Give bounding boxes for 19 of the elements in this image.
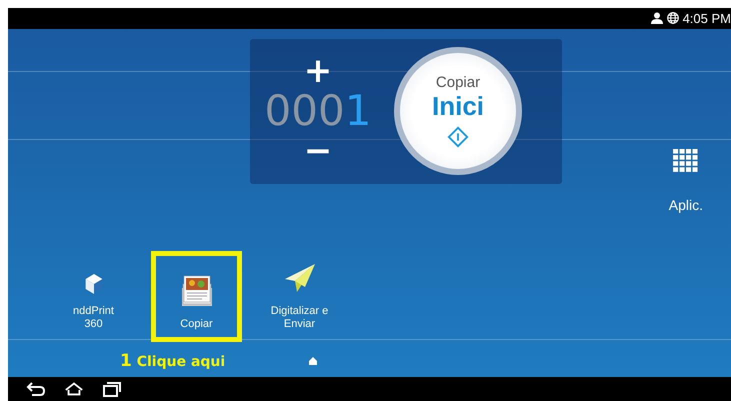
start-diamond-icon	[447, 126, 469, 148]
increase-button[interactable]: +	[294, 54, 342, 88]
app-shortcut[interactable]: nddPrint 360	[48, 250, 139, 342]
recent-apps-icon[interactable]	[102, 380, 122, 397]
home-indicator-icon	[309, 356, 318, 365]
app-grid-icon	[672, 148, 699, 173]
start-button[interactable]: Copiar Inici	[394, 47, 522, 176]
home-icon[interactable]	[64, 380, 84, 397]
status-time: 4:05 PM	[682, 10, 731, 26]
decrease-button[interactable]: −	[294, 134, 342, 168]
person-icon	[650, 12, 663, 24]
callout-text: 1 Clique aqui	[120, 350, 226, 371]
apps-button[interactable]: Aplic.	[668, 148, 703, 213]
globe-icon	[666, 12, 679, 24]
back-icon[interactable]	[26, 380, 46, 397]
app-shortcut[interactable]: Copiar	[151, 250, 242, 342]
copy-count: 0001	[264, 88, 372, 134]
cube-icon	[84, 272, 104, 295]
app-shortcut[interactable]: Digitalizar e Enviar	[254, 250, 345, 342]
